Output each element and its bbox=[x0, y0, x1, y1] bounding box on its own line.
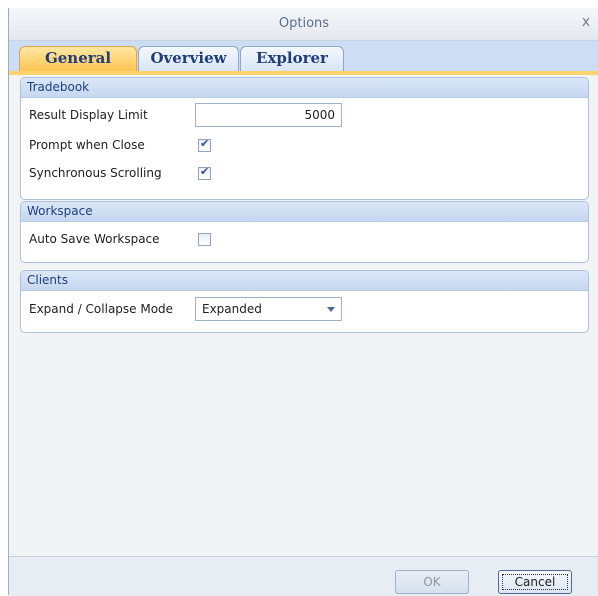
focus-rectangle bbox=[502, 574, 568, 590]
prompt-when-close-checkbox[interactable]: ✔ bbox=[198, 137, 211, 152]
synchronous-scrolling-checkbox[interactable]: ✔ bbox=[198, 165, 211, 180]
chevron-down-icon[interactable] bbox=[327, 307, 335, 312]
result-display-limit-label: Result Display Limit bbox=[29, 108, 148, 122]
tab-overview[interactable]: Overview bbox=[138, 46, 239, 71]
title-bar: Options x bbox=[9, 8, 598, 41]
clients-group: Clients Expand / Collapse Mode Expanded bbox=[20, 270, 589, 333]
clients-header: Clients bbox=[21, 271, 588, 291]
expand-collapse-mode-label: Expand / Collapse Mode bbox=[29, 302, 174, 316]
workspace-header: Workspace bbox=[21, 202, 588, 222]
tradebook-header: Tradebook bbox=[21, 78, 588, 98]
dialog-footer: OK Cancel bbox=[9, 556, 598, 596]
ok-button[interactable]: OK bbox=[395, 570, 469, 594]
tradebook-group: Tradebook Result Display Limit 5000 Prom… bbox=[20, 77, 589, 200]
result-display-limit-input[interactable]: 5000 bbox=[195, 103, 342, 127]
expand-collapse-mode-value: Expanded bbox=[202, 302, 262, 316]
workspace-group: Workspace Auto Save Workspace bbox=[20, 201, 589, 263]
tab-general[interactable]: General bbox=[19, 46, 137, 71]
tab-strip: General Overview Explorer bbox=[9, 41, 598, 75]
close-icon[interactable]: x bbox=[577, 13, 595, 31]
window-title: Options bbox=[278, 16, 330, 31]
checkmark-icon: ✔ bbox=[200, 165, 210, 178]
expand-collapse-mode-select[interactable]: Expanded bbox=[195, 297, 342, 321]
auto-save-workspace-checkbox[interactable] bbox=[198, 233, 211, 246]
prompt-when-close-label: Prompt when Close bbox=[29, 138, 145, 152]
synchronous-scrolling-label: Synchronous Scrolling bbox=[29, 166, 162, 180]
checkmark-icon: ✔ bbox=[200, 137, 210, 150]
options-dialog: Options x General Overview Explorer Trad… bbox=[8, 8, 598, 596]
tab-explorer[interactable]: Explorer bbox=[240, 46, 344, 71]
auto-save-workspace-label: Auto Save Workspace bbox=[29, 232, 160, 246]
cancel-button[interactable]: Cancel bbox=[498, 570, 572, 594]
